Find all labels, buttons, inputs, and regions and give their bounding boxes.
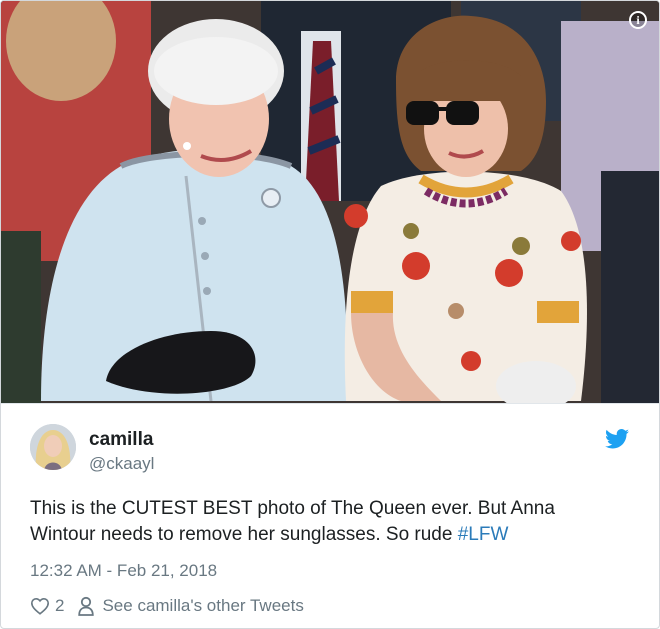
tweet-timestamp[interactable]: 12:32 AM - Feb 21, 2018 xyxy=(30,561,217,581)
author-name[interactable]: camilla xyxy=(89,429,153,451)
person-icon xyxy=(78,596,95,616)
tweet-text-line-2: Wintour needs to remove her sunglasses. … xyxy=(30,522,640,548)
avatar[interactable] xyxy=(30,424,76,470)
twitter-bird-icon[interactable] xyxy=(605,429,629,449)
photo-illustration xyxy=(1,1,659,403)
tweet-actions: 2 See camilla's other Tweets xyxy=(30,595,304,617)
tweet-text: This is the CUTEST BEST photo of The Que… xyxy=(30,496,640,548)
other-tweets-link[interactable]: See camilla's other Tweets xyxy=(78,596,304,616)
like-count: 2 xyxy=(55,596,65,615)
tweet-text-line-2-body: Wintour needs to remove her sunglasses. … xyxy=(30,524,458,545)
like-button[interactable]: 2 xyxy=(30,596,64,616)
avatar-image xyxy=(30,424,76,470)
author-handle[interactable]: @ckaayl xyxy=(89,454,154,474)
hashtag-link[interactable]: #LFW xyxy=(458,524,509,545)
other-tweets-label: See camilla's other Tweets xyxy=(102,596,304,615)
tweet-photo[interactable]: i xyxy=(1,1,659,403)
info-icon[interactable]: i xyxy=(629,11,647,29)
heart-icon xyxy=(30,597,50,615)
tweet-text-line-1: This is the CUTEST BEST photo of The Que… xyxy=(30,498,555,519)
tweet-body: camilla @ckaayl This is the CUTEST BEST … xyxy=(1,404,659,628)
embedded-tweet-card: i camilla @ckaayl This is the CUTEST BES… xyxy=(0,0,660,629)
